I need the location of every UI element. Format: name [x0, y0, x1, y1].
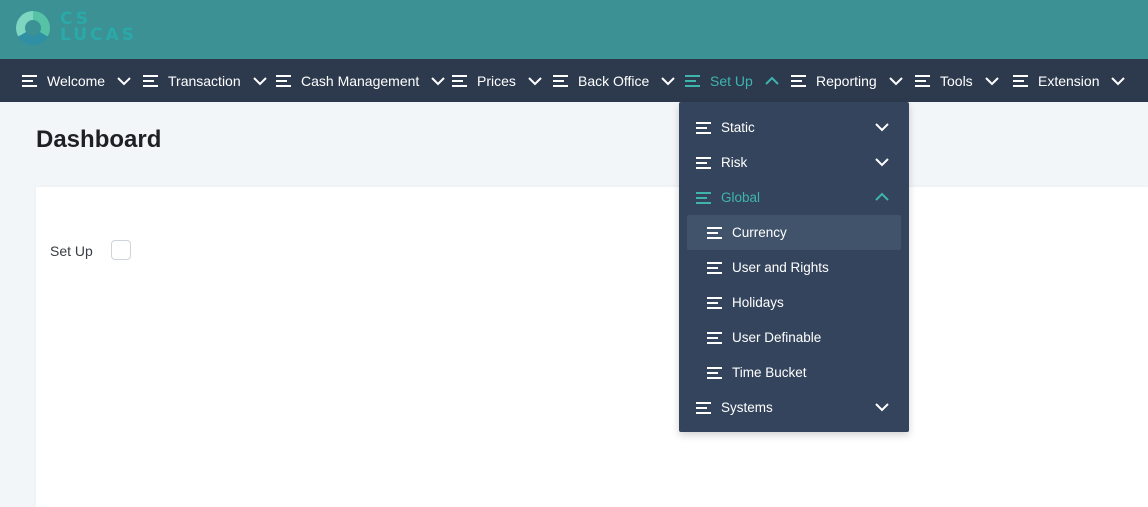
submenu-item-time-bucket[interactable]: Time Bucket [687, 355, 901, 390]
menu-item-label: User and Rights [732, 260, 829, 275]
nav-item-back-office[interactable]: Back Office [553, 59, 676, 102]
menu-lines-icon [685, 74, 700, 87]
menu-lines-icon [276, 74, 291, 87]
menu-item-global[interactable]: Global [679, 180, 909, 215]
menu-item-label: Static [721, 120, 755, 135]
app-header: CS LUCAS [0, 0, 1148, 59]
nav-item-label: Welcome [47, 72, 106, 89]
nav-item-label: Back Office [578, 72, 650, 89]
menu-item-label: Time Bucket [732, 365, 807, 380]
menu-item-static[interactable]: Static [679, 110, 909, 145]
nav-item-label: Transaction [168, 72, 241, 89]
menu-lines-icon [915, 74, 930, 87]
menu-lines-icon [696, 156, 711, 169]
nav-item-label: Set Up [710, 72, 753, 89]
menu-lines-icon [696, 191, 711, 204]
nav-item-label: Tools [940, 72, 973, 89]
submenu-item-currency[interactable]: Currency [687, 215, 901, 250]
menu-lines-icon [791, 74, 806, 87]
chevron-down-icon [117, 76, 131, 86]
menu-lines-icon [1013, 74, 1028, 87]
nav-item-prices[interactable]: Prices [452, 59, 542, 102]
setup-checkbox[interactable] [111, 240, 131, 260]
nav-item-label: Extension [1038, 72, 1100, 89]
menu-lines-icon [707, 226, 722, 239]
nav-item-cash-management[interactable]: Cash Management [276, 59, 446, 102]
menu-item-label: Risk [721, 155, 748, 170]
chevron-down-icon [984, 76, 999, 86]
nav-item-tools[interactable]: Tools [915, 59, 999, 102]
chevron-down-icon [1111, 76, 1126, 86]
chevron-up-icon [765, 76, 779, 86]
setup-label: Set Up [50, 243, 93, 259]
chevron-down-icon [661, 76, 676, 86]
nav-item-label: Reporting [816, 72, 877, 89]
brand-logo[interactable]: CS LUCAS [16, 11, 146, 47]
menu-item-risk[interactable]: Risk [679, 145, 909, 180]
menu-lines-icon [707, 331, 722, 344]
nav-item-transaction[interactable]: Transaction [143, 59, 267, 102]
menu-lines-icon [707, 366, 722, 379]
menu-lines-icon [452, 74, 467, 87]
nav-item-label: Prices [477, 72, 516, 89]
logo-wordmark: CS LUCAS [60, 11, 137, 45]
menu-item-systems[interactable]: Systems [679, 390, 909, 425]
submenu-item-user-and-rights[interactable]: User and Rights [687, 250, 901, 285]
menu-lines-icon [696, 121, 711, 134]
menu-lines-icon [553, 74, 568, 87]
chevron-down-icon [528, 76, 542, 86]
menu-item-label: User Definable [732, 330, 822, 345]
nav-item-set-up[interactable]: Set Up [685, 59, 779, 102]
setup-dropdown-menu: Static Risk Global Currency User and Rig… [679, 102, 909, 432]
nav-item-reporting[interactable]: Reporting [791, 59, 903, 102]
menu-lines-icon [143, 74, 158, 87]
chevron-down-icon [875, 123, 889, 132]
main-navbar: Welcome Transaction Cash Management Pric… [0, 59, 1148, 102]
submenu-item-user-definable[interactable]: User Definable [687, 320, 901, 355]
menu-lines-icon [707, 296, 722, 309]
logo-line-2: LUCAS [60, 25, 137, 45]
menu-item-label: Systems [721, 400, 773, 415]
nav-item-welcome[interactable]: Welcome [22, 59, 131, 102]
chevron-down-icon [431, 76, 446, 86]
logo-mark [16, 11, 50, 45]
chevron-up-icon [875, 192, 889, 201]
menu-item-label: Global [721, 190, 761, 205]
submenu-item-holidays[interactable]: Holidays [687, 285, 901, 320]
page-title: Dashboard [36, 126, 162, 153]
nav-item-extension[interactable]: Extension [1013, 59, 1126, 102]
chevron-down-icon [252, 76, 267, 86]
dashboard-card: Set Up [36, 187, 1148, 507]
chevron-down-icon [875, 158, 889, 167]
menu-lines-icon [22, 74, 37, 87]
chevron-down-icon [888, 76, 903, 86]
menu-item-label: Holidays [732, 295, 784, 310]
nav-item-label: Cash Management [301, 72, 420, 89]
menu-lines-icon [707, 261, 722, 274]
chevron-down-icon [875, 403, 889, 412]
menu-item-label: Currency [732, 225, 787, 240]
menu-lines-icon [696, 401, 711, 414]
